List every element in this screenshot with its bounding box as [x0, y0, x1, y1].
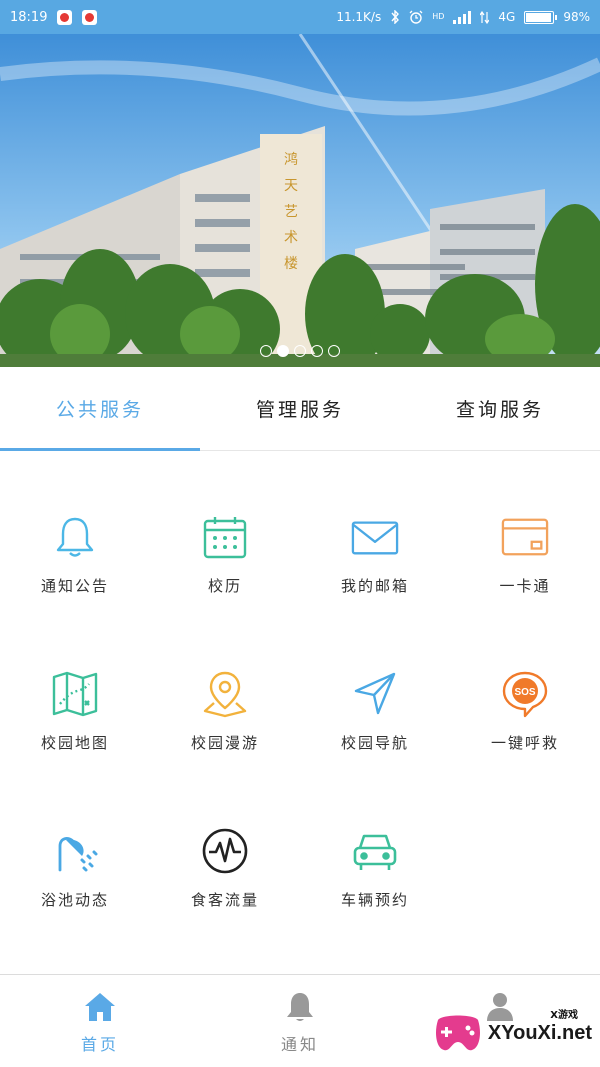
nav-label: 通知 — [280, 1035, 319, 1054]
carousel-indicator — [0, 345, 600, 357]
site-watermark: X游戏 XYouXi.net — [432, 1010, 592, 1056]
tab-label: 管理服务 — [255, 399, 344, 421]
carousel-dot[interactable] — [277, 345, 289, 357]
service-notice[interactable]: 通知公告 — [0, 513, 150, 670]
car-icon — [351, 827, 399, 875]
card-icon — [501, 513, 549, 561]
network-speed: 11.1K/s — [336, 10, 382, 24]
service-label: 校历 — [207, 577, 242, 595]
tab-label: 查询服务 — [455, 399, 544, 421]
notification-app-icon — [57, 9, 73, 25]
calendar-icon — [201, 513, 249, 561]
service-label: 食客流量 — [190, 891, 259, 909]
service-label: 校园导航 — [340, 734, 409, 752]
service-label: 校园漫游 — [190, 734, 259, 752]
sos-icon: SOS — [501, 670, 549, 718]
location-pin-icon — [201, 670, 249, 718]
battery-percent: 98% — [563, 10, 590, 24]
tab-label: 公共服务 — [55, 399, 144, 421]
service-mailbox[interactable]: 我的邮箱 — [300, 513, 450, 670]
tab-query-services[interactable]: 查询服务 — [400, 367, 600, 450]
mail-icon — [351, 513, 399, 561]
bluetooth-icon — [391, 10, 400, 24]
nav-label: 首页 — [80, 1035, 119, 1054]
service-grid: 通知公告 校历 我的邮箱 一卡通 校园地图 校园漫游 校园导航 SOS 一键呼救… — [0, 451, 600, 974]
service-tabs: 公共服务 管理服务 查询服务 — [0, 367, 600, 451]
notification-app-icon — [82, 9, 98, 25]
bell-icon — [51, 513, 99, 561]
service-label: 通知公告 — [40, 577, 109, 595]
alarm-icon — [409, 10, 423, 24]
status-time: 18:19 — [10, 9, 48, 25]
battery-icon — [524, 10, 558, 24]
navigation-arrow-icon — [351, 670, 399, 718]
carousel-dot[interactable] — [311, 345, 323, 357]
service-campus-card[interactable]: 一卡通 — [450, 513, 600, 670]
service-bathhouse-status[interactable]: 浴池动态 — [0, 827, 150, 984]
service-label: 我的邮箱 — [340, 577, 409, 595]
bell-icon — [287, 993, 313, 1021]
svg-text:SOS: SOS — [514, 687, 535, 698]
shower-icon — [51, 827, 99, 875]
carousel-dot[interactable] — [294, 345, 306, 357]
tab-management-services[interactable]: 管理服务 — [200, 367, 400, 450]
status-bar: 18:19 11.1K/s HD 4G 98% — [0, 0, 600, 34]
service-campus-navigation[interactable]: 校园导航 — [300, 670, 450, 827]
service-emergency-call[interactable]: SOS 一键呼救 — [450, 670, 600, 827]
service-label: 浴池动态 — [40, 891, 109, 909]
banner-carousel[interactable]: 鸿天艺术楼 — [0, 34, 600, 367]
service-label: 一键呼救 — [490, 734, 559, 752]
banner-image: 鸿天艺术楼 — [0, 34, 600, 367]
hd-badge: HD — [432, 12, 445, 21]
service-label: 一卡通 — [499, 577, 551, 595]
service-campus-map[interactable]: 校园地图 — [0, 670, 150, 827]
service-vehicle-booking[interactable]: 车辆预约 — [300, 827, 450, 984]
service-diner-traffic[interactable]: 食客流量 — [150, 827, 300, 984]
network-type: 4G — [498, 10, 516, 24]
gamepad-logo-icon — [435, 1015, 480, 1051]
service-label: 校园地图 — [40, 734, 109, 752]
service-label: 车辆预约 — [340, 891, 409, 909]
watermark-text: XYouXi.net — [487, 1021, 592, 1044]
home-icon — [85, 993, 115, 1021]
service-campus-tour[interactable]: 校园漫游 — [150, 670, 300, 827]
service-calendar[interactable]: 校历 — [150, 513, 300, 670]
tab-public-services[interactable]: 公共服务 — [0, 367, 200, 451]
carousel-dot[interactable] — [328, 345, 340, 357]
nav-notifications[interactable]: 通知 — [200, 975, 400, 1067]
map-icon — [51, 670, 99, 718]
nav-home[interactable]: 首页 — [0, 975, 200, 1067]
watermark-small-text: X游戏 — [550, 1010, 578, 1021]
signal-icon — [453, 10, 472, 24]
pulse-icon — [201, 827, 249, 875]
data-arrows-icon — [480, 10, 490, 24]
carousel-dot[interactable] — [260, 345, 272, 357]
